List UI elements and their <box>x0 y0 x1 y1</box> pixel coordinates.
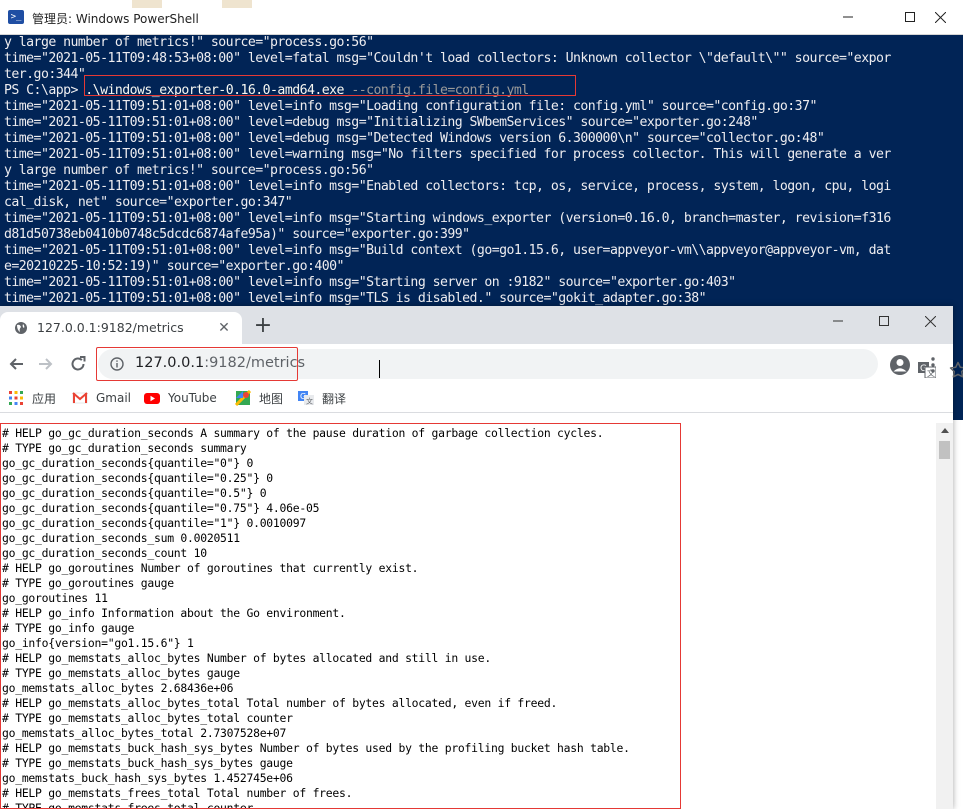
scrollbar-thumb[interactable] <box>939 441 950 459</box>
powershell-titlebar[interactable]: >_ 管理员: Windows PowerShell <box>0 0 963 35</box>
bookmark-translate[interactable]: G文 翻译 <box>298 388 346 408</box>
console-line: time="2021-05-11T09:48:53+08:00" level=f… <box>4 51 891 66</box>
console-line: time="2021-05-11T09:51:01+08:00" level=i… <box>4 291 707 306</box>
console-line: cal_disk, net" source="exporter.go:347" <box>4 195 293 210</box>
apps-grid-icon <box>9 391 23 405</box>
console-line: time="2021-05-11T09:51:01+08:00" level=d… <box>4 131 825 146</box>
bookmark-apps[interactable]: 应用 <box>8 388 56 408</box>
translate-icon: G文 <box>298 391 314 406</box>
console-line: time="2021-05-11T09:51:01+08:00" level=i… <box>4 243 891 258</box>
bookmark-label: 应用 <box>32 391 57 406</box>
url-highlight-box <box>96 347 298 381</box>
text-cursor <box>379 360 380 378</box>
minimize-icon <box>843 16 853 18</box>
page-content[interactable]: # HELP go_gc_duration_seconds A summary … <box>0 413 953 809</box>
console-line: y large number of metrics!" source="proc… <box>4 35 374 50</box>
scroll-up-button[interactable] <box>936 423 953 437</box>
maximize-icon <box>905 12 915 22</box>
bookmark-maps[interactable]: 地图 <box>235 388 283 408</box>
close-icon <box>924 315 936 327</box>
chrome-window: 127.0.0.1:9182/metrics ✕ + 127.0.0.1:918… <box>0 306 963 809</box>
background-window-edge <box>222 0 252 8</box>
forward-arrow-icon <box>39 358 53 370</box>
reload-icon <box>71 356 86 371</box>
tab-metrics[interactable]: 127.0.0.1:9182/metrics ✕ <box>0 312 242 344</box>
bookmark-label: 翻译 <box>322 391 347 406</box>
gmail-icon <box>72 392 88 404</box>
minimize-icon <box>833 320 843 322</box>
console-line: time="2021-05-11T09:51:01+08:00" level=i… <box>4 275 736 290</box>
bookmark-label: 地图 <box>259 391 284 406</box>
bookmark-star-icon[interactable] <box>949 361 963 379</box>
bookmark-label: Gmail <box>96 391 132 405</box>
console-line: time="2021-05-11T09:51:01+08:00" level=d… <box>4 115 758 130</box>
console-line: time="2021-05-11T09:51:01+08:00" level=i… <box>4 211 891 226</box>
console-line: time="2021-05-11T09:51:01+08:00" level=i… <box>4 99 817 114</box>
powershell-icon: >_ <box>8 10 24 24</box>
console-line: time="2021-05-11T09:51:01+08:00" level=i… <box>4 179 891 194</box>
tab-close-icon[interactable]: ✕ <box>216 320 232 336</box>
maximize-icon <box>879 316 889 326</box>
back-arrow-icon <box>9 358 23 370</box>
maps-icon <box>235 390 251 406</box>
vertical-scrollbar[interactable] <box>936 423 953 809</box>
tab-title: 127.0.0.1:9182/metrics <box>37 320 184 335</box>
console-prompt: PS C:\app> <box>4 83 86 98</box>
powershell-window-title: 管理员: Windows PowerShell <box>32 12 199 26</box>
metrics-highlight-box <box>0 423 681 809</box>
reload-button[interactable] <box>66 352 90 376</box>
background-window-edge <box>132 0 162 8</box>
profile-avatar-icon[interactable] <box>889 354 911 376</box>
chrome-close-button[interactable] <box>907 306 953 336</box>
svg-text:文: 文 <box>306 397 313 406</box>
console-line: time="2021-05-11T09:51:01+08:00" level=w… <box>4 147 891 162</box>
console-line: y large number of metrics!" source="proc… <box>4 163 374 178</box>
minimize-button[interactable] <box>825 0 871 34</box>
browser-toolbar: 127.0.0.1:9182/metrics G文 <box>0 344 963 384</box>
bookmark-gmail[interactable]: Gmail <box>72 388 131 408</box>
kebab-menu-icon[interactable] <box>927 356 939 374</box>
scroll-up-arrow-icon <box>940 427 949 433</box>
chrome-maximize-button[interactable] <box>861 306 907 336</box>
back-button[interactable] <box>4 352 28 376</box>
close-icon <box>934 11 946 23</box>
bookmark-youtube[interactable]: YouTube <box>144 388 217 408</box>
console-line: e=20210225-10:52:19)" source="exporter.g… <box>4 259 344 274</box>
bookmark-label: YouTube <box>168 391 217 405</box>
tab-strip[interactable]: 127.0.0.1:9182/metrics ✕ + <box>0 306 953 344</box>
youtube-icon <box>144 393 160 404</box>
forward-button[interactable] <box>34 352 58 376</box>
close-button[interactable] <box>917 0 963 34</box>
bookmarks-bar: 应用 Gmail YouTube 地图 G文 翻译 <box>0 384 953 413</box>
console-line: d81d50738eb0410b0748c5dcdc6874afe95a)" s… <box>4 227 470 242</box>
command-highlight-box <box>84 75 576 96</box>
console-line: ter.go:344" <box>4 67 86 82</box>
chrome-minimize-button[interactable] <box>815 306 861 336</box>
new-tab-button[interactable]: + <box>252 315 274 338</box>
globe-icon <box>15 322 27 334</box>
